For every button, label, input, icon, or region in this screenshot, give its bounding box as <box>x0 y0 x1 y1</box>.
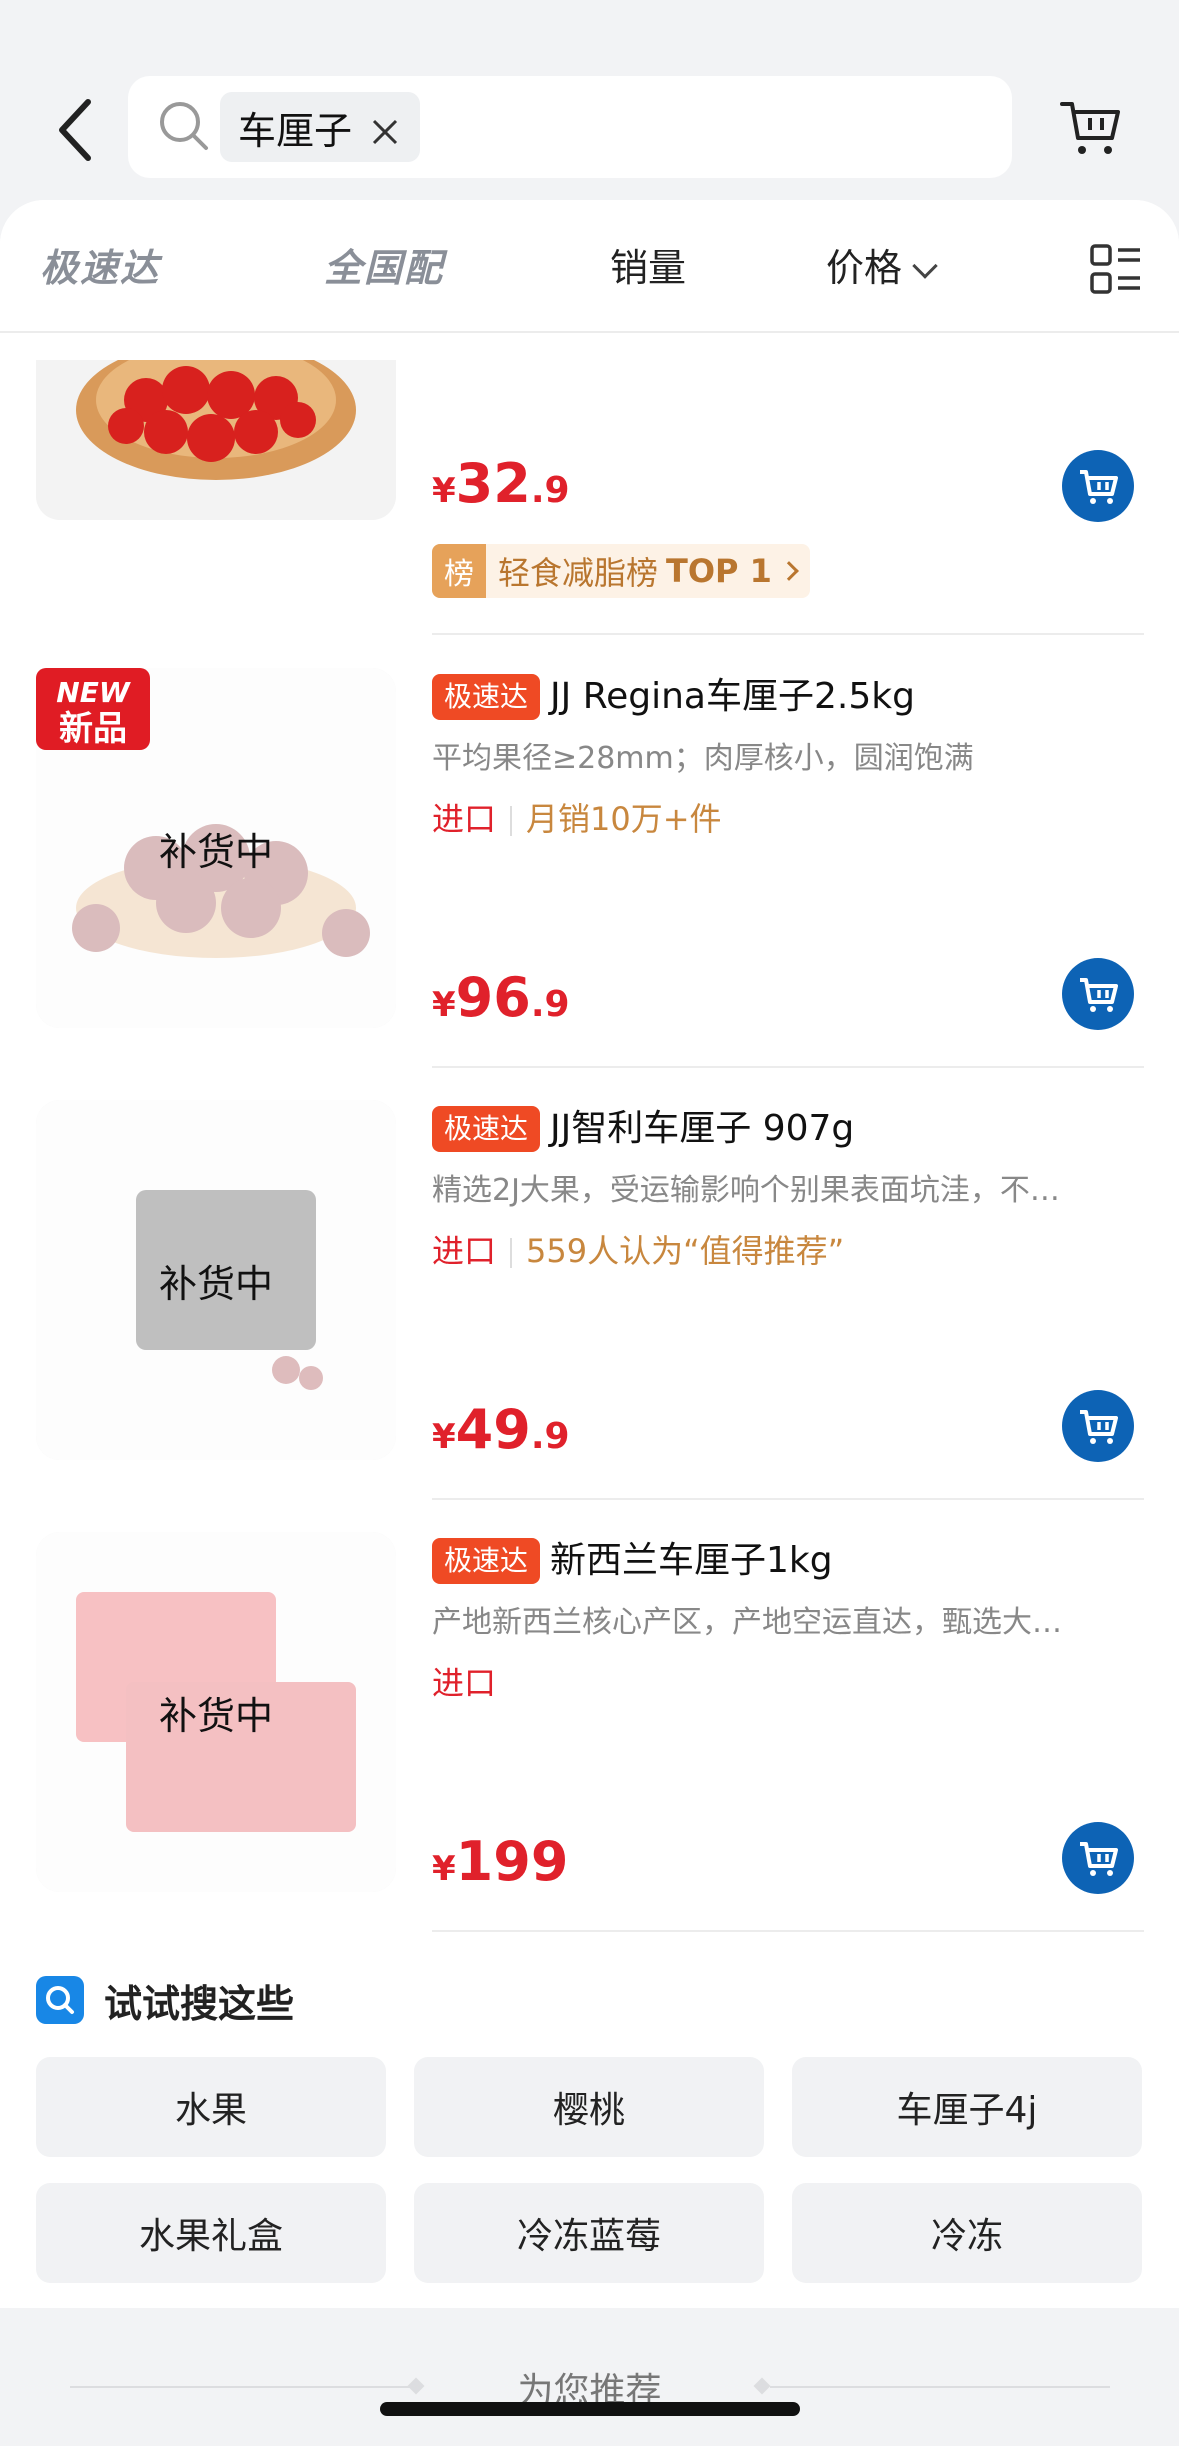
search-box[interactable]: 车厘子 <box>128 76 1012 178</box>
try-search-title: 试试搜这些 <box>104 1981 295 2026</box>
new-badge-line2: 新品 <box>59 709 127 749</box>
recommend-section: 为您推荐 <box>0 2308 1179 2446</box>
meta-separator <box>510 806 513 836</box>
restock-overlay: 补货中 <box>36 1532 396 1892</box>
currency-symbol: ¥ <box>432 985 456 1025</box>
suggest-chip[interactable]: 冷冻 <box>792 2183 1142 2283</box>
ranking-badge[interactable]: 榜 轻食减脂榜 TOP 1 <box>432 544 810 598</box>
divider <box>432 633 1144 635</box>
speed-delivery-tag: 极速达 <box>432 1106 541 1152</box>
add-to-cart-button[interactable] <box>1062 450 1134 522</box>
product-title: 极速达 新西兰车厘子1kg <box>432 1532 1144 1589</box>
add-to-cart-button[interactable] <box>1062 1390 1134 1462</box>
rank-top: TOP 1 <box>666 552 772 590</box>
product-name: JJ Regina车厘子2.5kg <box>550 676 915 717</box>
product-desc: 平均果径≥28mm；肉厚核小，圆润饱满 <box>432 741 974 776</box>
product-desc: 产地新西兰核心产区，产地空运直达，甄选大… <box>432 1605 1062 1640</box>
speed-delivery-tag: 极速达 <box>432 674 541 720</box>
product-name: JJ智利车厘子 907g <box>550 1108 855 1149</box>
top-bar: 车厘子 <box>0 0 1179 200</box>
suggest-chip[interactable]: 樱桃 <box>414 2057 764 2157</box>
product-meta: 进口 559人认为“值得推荐” <box>432 1225 1144 1277</box>
price-decimal: .9 <box>530 1416 570 1457</box>
sort-price-label: 价格 <box>826 246 903 290</box>
price-integer: 32 <box>455 452 531 515</box>
product-image-tomatoes <box>36 360 396 520</box>
currency-symbol: ¥ <box>432 471 456 511</box>
product-meta: 进口 <box>432 1657 1144 1709</box>
new-product-badge: NEW 新品 <box>36 668 150 750</box>
import-label: 进口 <box>432 800 497 838</box>
price-integer: 49 <box>455 1398 531 1461</box>
suggest-chip[interactable]: 水果 <box>36 2057 386 2157</box>
add-to-cart-button[interactable] <box>1062 1822 1134 1894</box>
suggest-chip[interactable]: 水果礼盒 <box>36 2183 386 2283</box>
product-title: 极速达 JJ Regina车厘子2.5kg <box>432 668 1144 725</box>
price-decimal: .9 <box>530 470 570 511</box>
chevron-right-icon <box>779 561 799 581</box>
rank-label: 轻食减脂榜 <box>498 554 659 592</box>
price-decimal: .9 <box>530 984 570 1025</box>
product-name: 新西兰车厘子1kg <box>550 1540 833 1581</box>
try-search-header: 试试搜这些 <box>36 1970 294 2030</box>
product-image-cherry-box: 补货中 <box>36 1100 396 1460</box>
results-sheet: 极速达 全国配 销量 价格 ¥32.9 榜 轻食减脂榜 TOP 1 补货中 NE… <box>0 200 1179 2308</box>
product-meta: 进口 月销10万+件 <box>432 793 1144 845</box>
page: 车厘子 极速达 全国配 销量 价格 ¥32.9 榜 轻食减脂榜 TOP 1 补货… <box>0 0 1179 2446</box>
sort-speed-delivery[interactable]: 极速达 <box>40 240 160 296</box>
sort-price[interactable]: 价格 <box>826 240 938 296</box>
new-badge-line1: NEW <box>56 676 131 709</box>
cart-icon[interactable] <box>1058 98 1122 158</box>
search-query-text: 车厘子 <box>238 108 353 153</box>
back-icon[interactable] <box>48 90 108 170</box>
layout-toggle-icon[interactable] <box>1090 244 1142 296</box>
clear-query-icon[interactable] <box>370 112 400 145</box>
product-desc: 精选2J大果，受运输影响个别果表面坑洼，不… <box>432 1173 1060 1208</box>
product-price: ¥96.9 <box>432 966 570 1029</box>
product-price: ¥49.9 <box>432 1398 570 1461</box>
suggest-chip[interactable]: 冷冻蓝莓 <box>414 2183 764 2283</box>
product-title: 极速达 JJ智利车厘子 907g <box>432 1100 1144 1157</box>
chevron-down-icon <box>912 253 938 279</box>
currency-symbol: ¥ <box>432 1849 456 1889</box>
product-card[interactable]: 补货中 极速达 JJ智利车厘子 907g 精选2J大果，受运输影响个别果表面坑洼，… <box>0 1100 1179 1500</box>
rank-icon: 榜 <box>432 544 486 598</box>
product-image-gift-box: 补货中 <box>36 1532 396 1892</box>
price-integer: 199 <box>455 1830 569 1893</box>
divider <box>432 1066 1144 1068</box>
price-integer: 96 <box>455 966 531 1029</box>
divider <box>432 1930 1144 1932</box>
import-label: 进口 <box>432 1232 497 1270</box>
search-query-chip[interactable]: 车厘子 <box>220 92 421 162</box>
suggest-chip[interactable]: 车厘子4j <box>792 2057 1142 2157</box>
product-price: ¥199 <box>432 1830 568 1893</box>
add-to-cart-button[interactable] <box>1062 958 1134 1030</box>
import-label: 进口 <box>432 1664 497 1702</box>
sales-highlight: 月销10万+件 <box>526 800 722 838</box>
product-price: ¥32.9 <box>432 452 570 515</box>
restock-overlay: 补货中 <box>36 1100 396 1460</box>
product-card[interactable]: 补货中 NEW 新品 极速达 JJ Regina车厘子2.5kg 平均果径≥28m… <box>0 668 1179 1068</box>
product-info: 极速达 新西兰车厘子1kg 产地新西兰核心产区，产地空运直达，甄选大… 进口 <box>432 1532 1144 1709</box>
search-suggest-icon <box>36 1976 84 2024</box>
meta-separator <box>510 1238 513 1268</box>
divider <box>432 1498 1144 1500</box>
currency-symbol: ¥ <box>432 1417 456 1457</box>
search-icon <box>156 98 212 154</box>
sort-nationwide[interactable]: 全国配 <box>324 240 444 296</box>
product-info: 极速达 JJ智利车厘子 907g 精选2J大果，受运输影响个别果表面坑洼，不… 进… <box>432 1100 1144 1277</box>
speed-delivery-tag: 极速达 <box>432 1538 541 1584</box>
home-indicator[interactable] <box>380 2402 800 2416</box>
sort-sales[interactable]: 销量 <box>610 240 686 296</box>
recommend-highlight: 559人认为“值得推荐” <box>526 1232 845 1270</box>
product-card[interactable]: 补货中 极速达 新西兰车厘子1kg 产地新西兰核心产区，产地空运直达，甄选大… 进… <box>0 1532 1179 1932</box>
product-info: 极速达 JJ Regina车厘子2.5kg 平均果径≥28mm；肉厚核小，圆润饱满… <box>432 668 1144 845</box>
sort-bar: 极速达 全国配 销量 价格 <box>0 200 1179 333</box>
